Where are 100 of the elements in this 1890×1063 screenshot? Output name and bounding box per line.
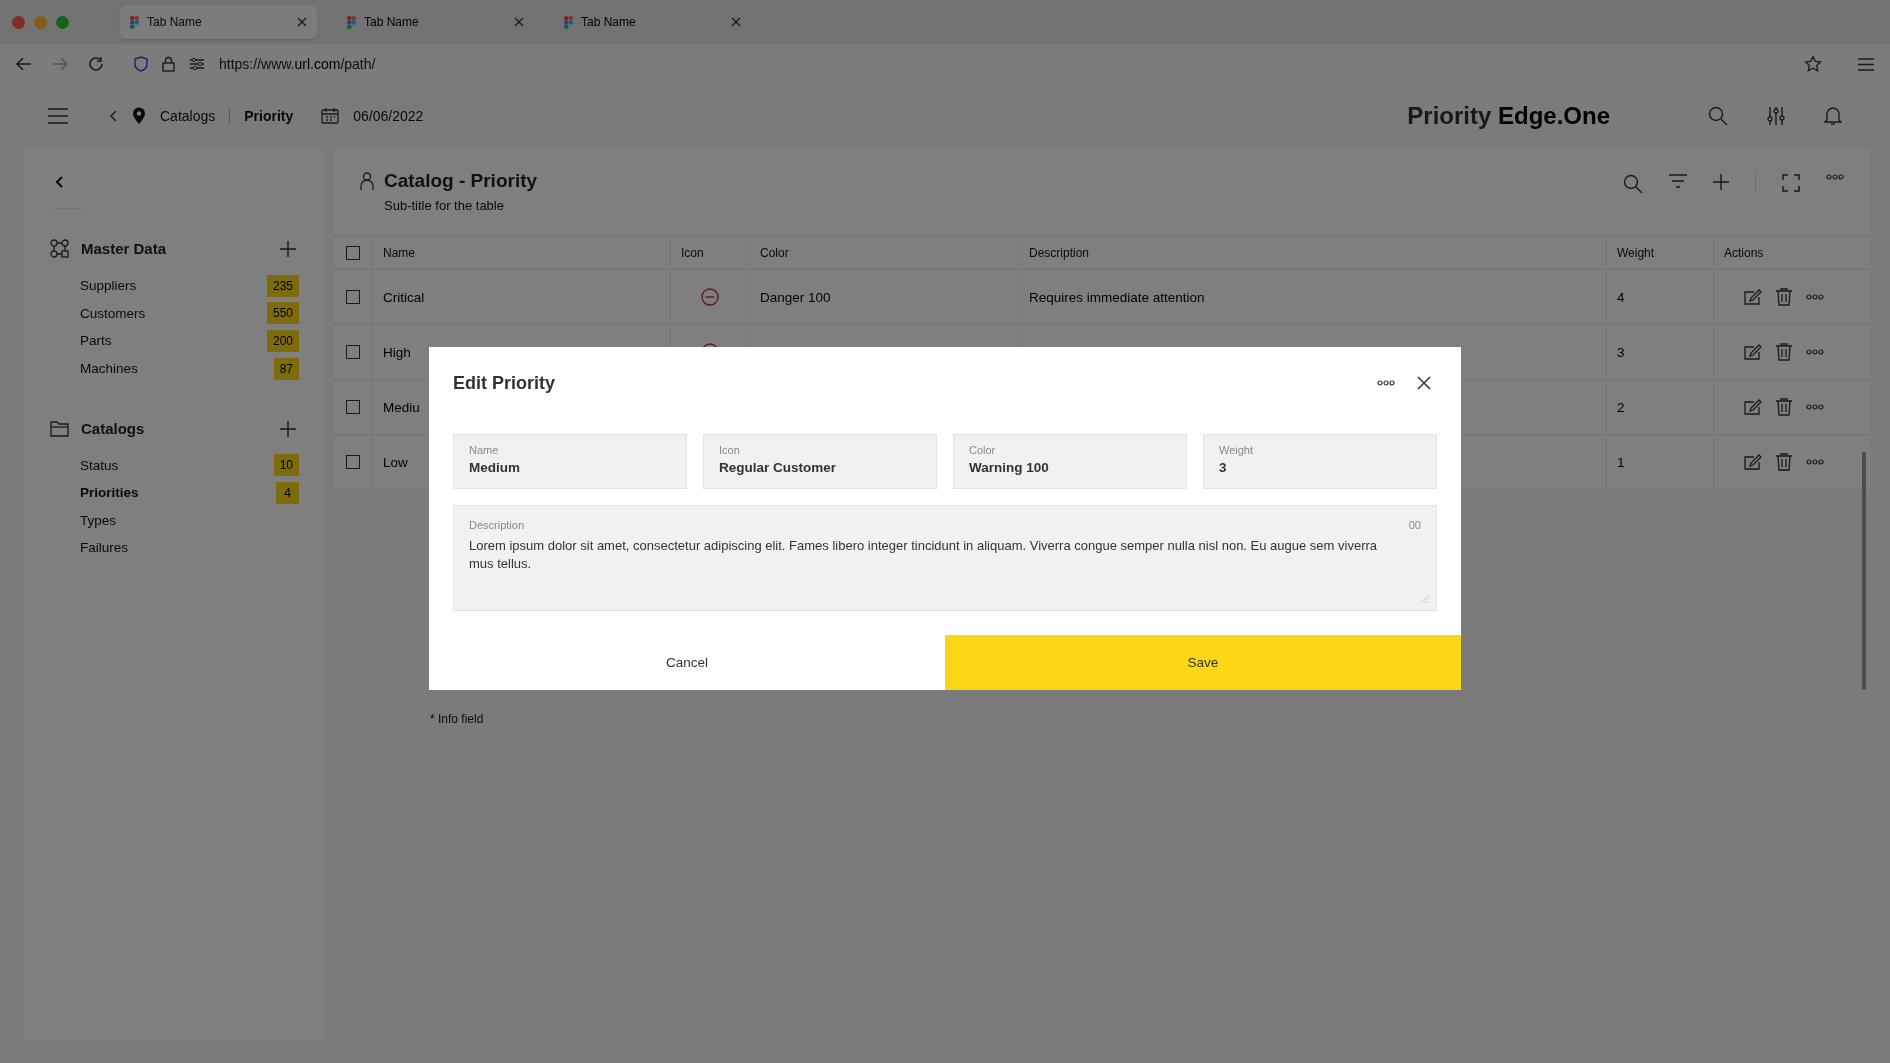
table-cell: Danger 100 [760, 289, 831, 305]
star-icon[interactable] [1804, 55, 1822, 73]
chevron-left-icon[interactable] [110, 110, 118, 122]
description-field[interactable]: Description 00 Lorem ipsum dolor sit amet, consectetur adipiscing elit. Fames libero integer tincidunt in aliquam. Viverra congue semper nulla nisl non. Eu augue sem viverra mus tellus. [453, 505, 1437, 611]
table-cell: Critical [383, 289, 425, 305]
plus-icon[interactable] [280, 420, 296, 437]
sidebar-item[interactable]: Parts [80, 333, 267, 349]
edit-icon[interactable] [1744, 289, 1762, 305]
table-subtitle: Sub-title for the table [384, 198, 504, 213]
fullscreen-icon[interactable] [1782, 174, 1800, 192]
trash-icon[interactable] [1776, 398, 1792, 416]
chevron-left-icon[interactable] [56, 176, 64, 188]
column-header: Description [1029, 246, 1090, 260]
count-badge: 550 [266, 302, 299, 325]
date-text: 06/06/2022 [353, 108, 424, 124]
resize-handle-icon[interactable] [1420, 594, 1430, 604]
back-arrow-icon[interactable] [16, 57, 32, 71]
table-cell: High [383, 344, 411, 360]
count-badge: 235 [266, 274, 299, 297]
trash-icon[interactable] [1776, 453, 1792, 471]
browser-tab[interactable]: Tab Name [120, 5, 317, 39]
section-title: Master Data [81, 240, 168, 257]
lock-icon [162, 56, 175, 72]
count-badge: 200 [266, 330, 299, 352]
shield-icon [134, 56, 148, 72]
person-icon [360, 172, 374, 190]
more-icon[interactable] [1806, 349, 1824, 355]
url-text: https://www.url.com/path/ [219, 56, 376, 72]
column-header: Icon [681, 246, 704, 260]
table-cell: Requires immediate attention [1029, 289, 1205, 305]
row-checkbox[interactable] [346, 290, 360, 304]
save-button[interactable]: Save [945, 635, 1461, 690]
figma-logo-icon [564, 15, 573, 29]
bell-icon[interactable] [1824, 106, 1842, 126]
trash-icon[interactable] [1776, 288, 1792, 306]
count-badge: 10 [273, 454, 299, 477]
row-checkbox[interactable] [346, 345, 360, 359]
nodes-icon [50, 239, 69, 258]
folder-icon [50, 420, 69, 438]
address-bar[interactable]: https://www.url.com/path/ [124, 48, 1784, 80]
browser-tab[interactable]: Tab Name [554, 5, 751, 39]
sidebar-item[interactable]: Failures [80, 540, 299, 556]
breadcrumb-link[interactable]: Catalogs [160, 108, 216, 124]
location-pin-icon [132, 107, 146, 125]
column-header: Color [760, 246, 789, 260]
sidebar-item[interactable]: Types [80, 512, 299, 528]
browser-tab[interactable]: Tab Name [337, 5, 534, 39]
figma-logo-icon [347, 15, 356, 29]
more-icon[interactable] [1826, 174, 1844, 180]
filter-icon[interactable] [1669, 174, 1687, 188]
menu-icon[interactable] [1858, 57, 1874, 71]
table-cell: 4 [1617, 289, 1625, 305]
table-cell: Mediu [383, 399, 420, 415]
input-field[interactable]: Color Warning 100 [953, 434, 1187, 489]
info-note: * Info field [430, 712, 485, 726]
table-cell: 3 [1617, 344, 1625, 360]
edit-icon[interactable] [1744, 344, 1762, 360]
section-title: Catalogs [81, 420, 146, 438]
breadcrumb-link[interactable]: Priority [244, 108, 294, 124]
count-badge: 4 [276, 481, 299, 504]
scrollbar[interactable] [1862, 452, 1866, 690]
more-icon[interactable] [1377, 380, 1395, 386]
column-header: Weight [1617, 246, 1655, 260]
search-icon[interactable] [1623, 174, 1643, 194]
column-header: Actions [1724, 246, 1764, 260]
table-cell: 1 [1617, 454, 1625, 470]
sliders-icon [189, 57, 205, 71]
select-all-checkbox[interactable] [346, 246, 360, 260]
sidebar-item[interactable]: Suppliers [80, 278, 267, 294]
calendar-icon[interactable] [321, 108, 340, 124]
minus-circle-icon [701, 288, 719, 306]
app-logo: Priority Edge.One [1407, 102, 1610, 130]
row-checkbox[interactable] [346, 400, 360, 414]
plus-icon[interactable] [280, 240, 296, 257]
menu-icon[interactable] [48, 108, 68, 124]
dialog-title: Edit Priority [453, 372, 555, 394]
close-icon[interactable] [1417, 376, 1431, 390]
search-icon[interactable] [1708, 106, 1728, 126]
reload-icon[interactable] [88, 56, 104, 72]
plus-icon[interactable] [1713, 174, 1729, 190]
equalizer-icon[interactable] [1766, 106, 1786, 126]
input-field[interactable]: Icon Regular Customer [703, 434, 937, 489]
more-icon[interactable] [1806, 459, 1824, 465]
trash-icon[interactable] [1776, 343, 1792, 361]
row-checkbox[interactable] [346, 455, 360, 469]
table-title: Catalog - Priority [384, 170, 538, 192]
more-icon[interactable] [1806, 294, 1824, 300]
edit-icon[interactable] [1744, 399, 1762, 415]
input-field[interactable]: Name Medium [453, 434, 687, 489]
edit-icon[interactable] [1744, 454, 1762, 470]
table-cell: 2 [1617, 399, 1625, 415]
figma-logo-icon [130, 15, 139, 29]
sidebar-item[interactable]: Customers [80, 305, 267, 321]
sidebar-item[interactable]: Priorities [80, 485, 276, 501]
table-cell: Low [383, 454, 408, 470]
sidebar-item[interactable]: Machines [80, 361, 274, 377]
more-icon[interactable] [1806, 404, 1824, 410]
column-header: Name [383, 246, 415, 260]
input-field[interactable]: Weight 3 [1203, 434, 1437, 489]
sidebar-item[interactable]: Status [80, 457, 274, 473]
